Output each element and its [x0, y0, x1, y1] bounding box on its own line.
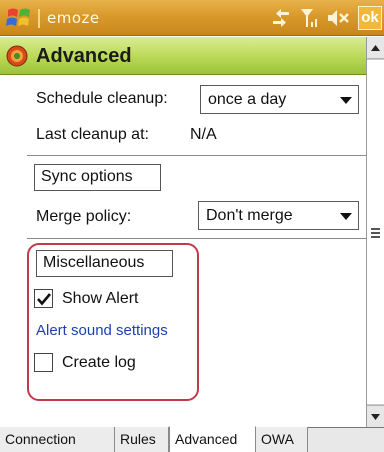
grip-line [371, 236, 380, 238]
create-log-checkbox[interactable] [34, 353, 53, 372]
tab-connection[interactable]: Connection [0, 427, 115, 452]
divider [27, 155, 366, 156]
signal-icon[interactable] [298, 6, 320, 30]
create-log-label[interactable]: Create log [62, 354, 136, 372]
last-cleanup-value: N/A [190, 126, 217, 143]
title-bar: emoze ok [0, 0, 384, 36]
speaker-mute-icon[interactable] [326, 6, 352, 30]
merge-policy-label: Merge policy: [36, 208, 132, 225]
tab-owa[interactable]: OWA [256, 427, 308, 452]
arrow-down-icon [371, 414, 380, 420]
tab-rules[interactable]: Rules [115, 427, 169, 452]
miscellaneous-button[interactable]: Miscellaneous [36, 250, 173, 277]
chevron-down-icon [340, 213, 352, 220]
checkmark-icon [37, 293, 51, 306]
divider [27, 238, 366, 239]
tab-bar: Connection Rules Advanced OWA [0, 426, 384, 452]
settings-content: Schedule cleanup: once a day Last cleanu… [0, 76, 366, 427]
schedule-cleanup-dropdown[interactable]: once a day [200, 85, 359, 114]
show-alert-checkbox[interactable] [34, 289, 53, 308]
vertical-scrollbar[interactable] [366, 37, 384, 427]
page-title: Advanced [36, 45, 132, 67]
arrow-up-icon [371, 45, 380, 51]
ok-button[interactable]: ok [358, 6, 382, 30]
scroll-down-button[interactable] [367, 405, 384, 427]
page-header: Advanced [0, 37, 366, 75]
schedule-cleanup-label: Schedule cleanup: [36, 90, 168, 107]
sync-options-button[interactable]: Sync options [34, 164, 161, 191]
show-alert-label[interactable]: Show Alert [62, 290, 138, 308]
schedule-cleanup-value: once a day [208, 91, 287, 108]
app-title: emoze [47, 9, 100, 27]
windows-start-logo-icon[interactable] [6, 6, 32, 30]
last-cleanup-label: Last cleanup at: [36, 126, 149, 143]
grip-line [371, 228, 380, 230]
chevron-down-icon [340, 97, 352, 104]
settings-circle-icon [6, 45, 28, 67]
merge-policy-value: Don't merge [206, 207, 293, 224]
tab-advanced[interactable]: Advanced [169, 426, 256, 452]
title-separator [38, 9, 40, 28]
scroll-up-button[interactable] [367, 37, 384, 59]
scroll-thumb[interactable] [367, 59, 384, 405]
connectivity-icon[interactable] [270, 6, 292, 30]
grip-line [371, 232, 380, 234]
alert-sound-settings-link[interactable]: Alert sound settings [36, 322, 168, 339]
merge-policy-dropdown[interactable]: Don't merge [198, 201, 359, 230]
